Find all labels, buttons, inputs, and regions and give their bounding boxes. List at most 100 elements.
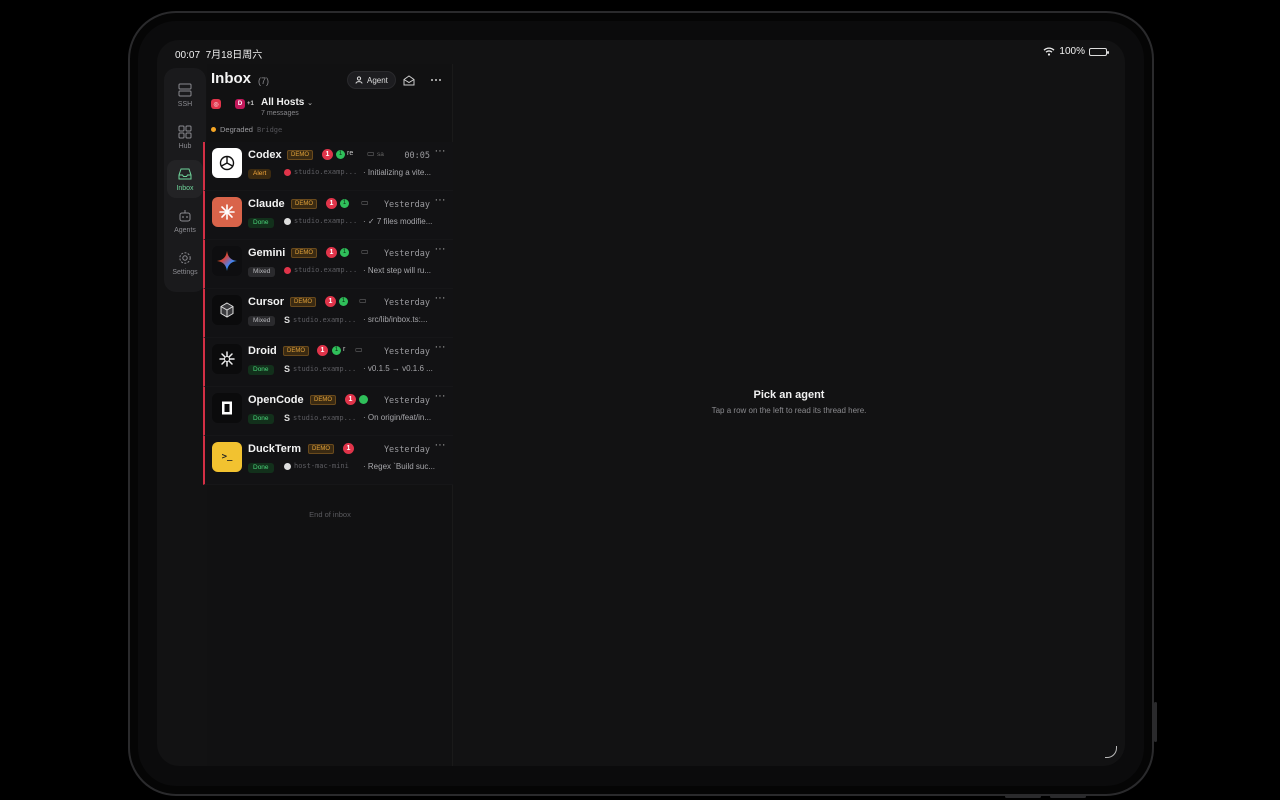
resize-handle[interactable]	[1105, 746, 1117, 758]
agent-row-gemini[interactable]: Gemini DEMO 1 1 ▭ Yesterday ··· Mixed st…	[203, 240, 453, 289]
running-badge: 1	[332, 346, 341, 355]
agent-row-duckterm[interactable]: >_ DuckTerm DEMO 1 Yesterday ··· Done ho…	[203, 436, 453, 485]
inbox-header: Inbox (7) Agent	[211, 68, 447, 92]
wifi-icon	[1043, 47, 1055, 56]
row-more-button[interactable]: ···	[433, 342, 447, 355]
rail-label: SSH	[177, 101, 193, 108]
grid-icon	[178, 125, 192, 139]
inbox-count: (7)	[258, 76, 269, 86]
row-host: studio.examp...	[284, 168, 357, 176]
agent-row-claude[interactable]: Claude DEMO 1 1 ▭ Yesterday ··· Done stu…	[203, 191, 453, 240]
folder-icon: ▭	[359, 296, 367, 305]
rail-label: Inbox	[176, 185, 194, 192]
agent-row-opencode[interactable]: OpenCode DEMO 1 Yesterday ··· Done Sstud…	[203, 387, 453, 436]
clock: 00:07	[175, 50, 201, 61]
row-host: Sstudio.examp...	[284, 364, 356, 374]
connection-status: Degraded Bridge	[211, 125, 282, 134]
snippet-text: ✓ 7 files modifie...	[367, 217, 433, 226]
inbox-panel: Inbox (7) Agent ◎ D +1 All Hosts ⌄ 7 mes…	[203, 64, 453, 766]
hosts-title-text: All Hosts	[261, 97, 305, 108]
row-time: Yesterday	[383, 200, 430, 210]
agent-row-droid[interactable]: Droid DEMO 1 1 r ▭ Yesterday ··· Done Ss…	[203, 338, 453, 387]
row-time: Yesterday	[383, 249, 430, 259]
battery-icon	[1089, 47, 1109, 56]
host-avatar: D	[235, 99, 245, 109]
end-of-list-note: End of inbox	[309, 510, 351, 519]
folder-icon: ▭	[367, 149, 375, 158]
demo-badge: DEMO	[290, 297, 316, 307]
status-dot	[211, 127, 216, 132]
row-snippet: · Next step will ru...	[363, 266, 432, 275]
agent-row-codex[interactable]: Codex DEMO 1 1 re ▭ sa 00:05 ··· Alert s…	[203, 142, 453, 191]
agent-button[interactable]: Agent	[347, 71, 396, 89]
apple-icon	[284, 462, 291, 470]
screen: 00:07 7月18日周六 100% SSH Hub Inbox Agents …	[157, 40, 1125, 766]
row-snippet: · src/lib/inbox.ts:...	[363, 315, 428, 324]
page-title: Inbox	[211, 70, 251, 87]
ellipsis-icon	[431, 79, 441, 81]
connection-status-text: Degraded	[220, 125, 253, 134]
rail-item-agents[interactable]: Agents	[167, 202, 203, 240]
host-name: studio.examp...	[294, 217, 358, 225]
host-extra-count: +1	[247, 101, 254, 107]
host-name: studio.examp...	[293, 365, 357, 373]
status-bar: 00:07 7月18日周六 100%	[175, 46, 1109, 61]
row-more-button[interactable]: ···	[433, 440, 447, 453]
opencode-icon	[212, 393, 242, 423]
row-host: studio.examp...	[284, 217, 357, 225]
row-host: host-mac-mini	[284, 462, 349, 470]
demo-badge: DEMO	[310, 395, 336, 405]
cursor-icon	[212, 295, 242, 325]
claude-icon	[212, 197, 242, 227]
running-badge: 1	[340, 248, 349, 257]
row-time: Yesterday	[383, 298, 430, 308]
row-time: Yesterday	[383, 396, 430, 406]
agent-name: Claude	[248, 198, 285, 210]
agent-list: Codex DEMO 1 1 re ▭ sa 00:05 ··· Alert s…	[203, 142, 453, 485]
agent-row-cursor[interactable]: Cursor DEMO 1 1 ▭ Yesterday ··· Mixed Ss…	[203, 289, 453, 338]
apple-icon	[223, 99, 233, 109]
rail-label: Settings	[172, 269, 198, 276]
row-time: Yesterday	[383, 347, 430, 357]
gear-icon	[179, 252, 191, 264]
rail-item-hub[interactable]: Hub	[167, 118, 203, 156]
folder-icon: ▭	[361, 198, 369, 207]
row-host: studio.examp...	[284, 266, 357, 274]
row-more-button[interactable]: ···	[433, 293, 447, 306]
apple-icon	[284, 217, 291, 225]
rail-item-settings[interactable]: Settings	[167, 244, 203, 282]
status-pill: Mixed	[248, 316, 276, 326]
row-more-button[interactable]: ···	[433, 146, 447, 159]
host-avatar: ◎	[211, 99, 221, 109]
row-more-button[interactable]: ···	[433, 195, 447, 208]
rail-item-inbox[interactable]: Inbox	[167, 160, 203, 198]
inbox-icon	[178, 168, 192, 180]
rail-item-ssh[interactable]: SSH	[167, 76, 203, 114]
host-filter[interactable]: ◎ D +1 All Hosts ⌄ 7 messages	[211, 96, 447, 118]
mark-read-button[interactable]	[400, 71, 418, 89]
more-button[interactable]	[427, 71, 445, 89]
row-time: Yesterday	[383, 445, 430, 455]
row-more-button[interactable]: ···	[433, 244, 447, 257]
agent-name: Gemini	[248, 247, 286, 259]
unread-badge: 1	[326, 247, 337, 258]
demo-badge: DEMO	[283, 346, 309, 356]
row-more-button[interactable]: ···	[433, 391, 447, 404]
folder-icon: ▭	[361, 247, 369, 256]
openai-icon	[212, 148, 242, 178]
agent-button-label: Agent	[367, 75, 388, 85]
host-name: studio.examp...	[294, 168, 358, 176]
unread-badge: 1	[325, 296, 336, 307]
running-badge: 1	[339, 297, 348, 306]
row-snippet: · Regex `Build suc...	[363, 462, 436, 471]
connection-detail: Bridge	[256, 125, 283, 134]
snippet-text: Next step will ru...	[367, 266, 432, 275]
s-icon: S	[284, 364, 291, 374]
status-pill: Done	[248, 218, 274, 228]
hosts-title: All Hosts ⌄	[261, 97, 313, 108]
snippet-text: Regex `Build suc...	[367, 462, 436, 471]
agent-name: Droid	[248, 345, 277, 357]
running-badge	[359, 395, 368, 404]
row-host: Sstudio.examp...	[284, 315, 356, 325]
unread-badge: 1	[317, 345, 328, 356]
